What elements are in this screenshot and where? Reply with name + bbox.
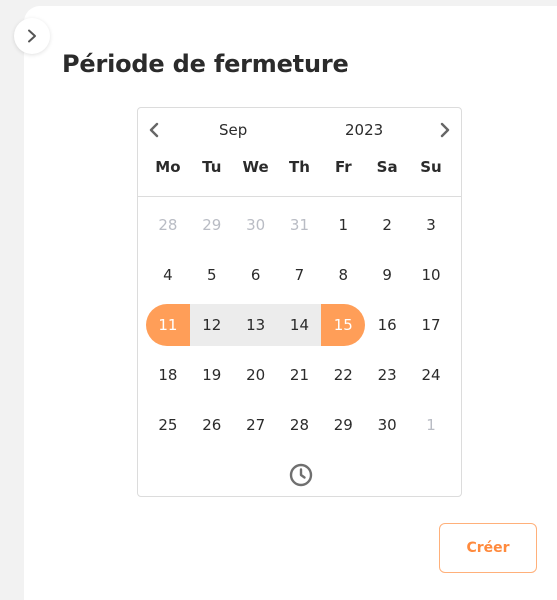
day-cell[interactable]: 27 <box>234 400 278 450</box>
previous-month-button[interactable] <box>143 119 165 141</box>
calendar-divider <box>138 196 461 197</box>
day-cell[interactable]: 9 <box>365 250 409 300</box>
weekday-header-row: Mo Tu We Th Fr Sa Su <box>146 158 453 180</box>
day-cell[interactable]: 1 <box>321 200 365 250</box>
day-cell-in-range[interactable]: 14 <box>277 304 322 346</box>
year-selector[interactable]: 2023 <box>345 121 383 139</box>
chevron-right-icon <box>440 122 450 138</box>
day-cell[interactable]: 10 <box>409 250 453 300</box>
calendar-header: Sep 2023 <box>138 108 461 152</box>
time-picker-toggle[interactable] <box>288 462 314 488</box>
day-cell[interactable]: 6 <box>234 250 278 300</box>
day-cell[interactable]: 29 <box>321 400 365 450</box>
day-cell[interactable]: 22 <box>321 350 365 400</box>
day-cell[interactable]: 28 <box>146 200 190 250</box>
day-cell[interactable]: 28 <box>278 400 322 450</box>
day-cell[interactable]: 24 <box>409 350 453 400</box>
weekday-label: Mo <box>155 158 181 176</box>
day-grid: 28 29 30 31 1 2 3 4 5 6 7 8 9 10 11 12 13 14 15 16 17 18 19 20 2… <box>146 200 453 450</box>
day-cell-in-range[interactable]: 12 <box>189 304 234 346</box>
day-cell[interactable]: 26 <box>190 400 234 450</box>
day-cell[interactable]: 1 <box>409 400 453 450</box>
day-cell-range-start[interactable]: 11 <box>146 304 190 346</box>
day-cell[interactable]: 31 <box>278 200 322 250</box>
date-range-picker: Sep 2023 Mo Tu We Th Fr Sa Su 28 29 30 31 1 2… <box>137 107 462 497</box>
weekday-label: Tu <box>202 158 222 176</box>
chevron-left-icon <box>149 122 159 138</box>
day-cell[interactable]: 19 <box>190 350 234 400</box>
day-cell-in-range[interactable]: 13 <box>233 304 278 346</box>
day-cell[interactable]: 25 <box>146 400 190 450</box>
weekday-label: Su <box>420 158 442 176</box>
weekday-label: Sa <box>376 158 398 176</box>
weekday-label: We <box>242 158 269 176</box>
day-cell[interactable]: 7 <box>278 250 322 300</box>
day-cell[interactable]: 30 <box>234 200 278 250</box>
collapse-panel-button[interactable] <box>14 18 50 54</box>
day-cell[interactable]: 8 <box>321 250 365 300</box>
day-cell[interactable]: 3 <box>409 200 453 250</box>
day-cell[interactable]: 20 <box>234 350 278 400</box>
month-selector[interactable]: Sep <box>219 121 247 139</box>
clock-icon <box>289 463 313 487</box>
weekday-label: Th <box>288 158 310 176</box>
day-cell[interactable]: 30 <box>365 400 409 450</box>
chevron-right-icon <box>28 29 36 43</box>
day-cell[interactable]: 21 <box>278 350 322 400</box>
day-cell[interactable]: 18 <box>146 350 190 400</box>
next-month-button[interactable] <box>434 119 456 141</box>
day-cell[interactable]: 17 <box>409 300 453 350</box>
day-cell[interactable]: 16 <box>365 300 409 350</box>
page-title: Période de fermeture <box>62 50 349 78</box>
day-cell[interactable]: 2 <box>365 200 409 250</box>
day-cell[interactable]: 23 <box>365 350 409 400</box>
create-button[interactable]: Créer <box>439 523 537 573</box>
day-cell-range-end[interactable]: 15 <box>321 304 366 346</box>
day-cell[interactable]: 4 <box>146 250 190 300</box>
weekday-label: Fr <box>334 158 352 176</box>
day-cell[interactable]: 5 <box>190 250 234 300</box>
day-cell[interactable]: 29 <box>190 200 234 250</box>
